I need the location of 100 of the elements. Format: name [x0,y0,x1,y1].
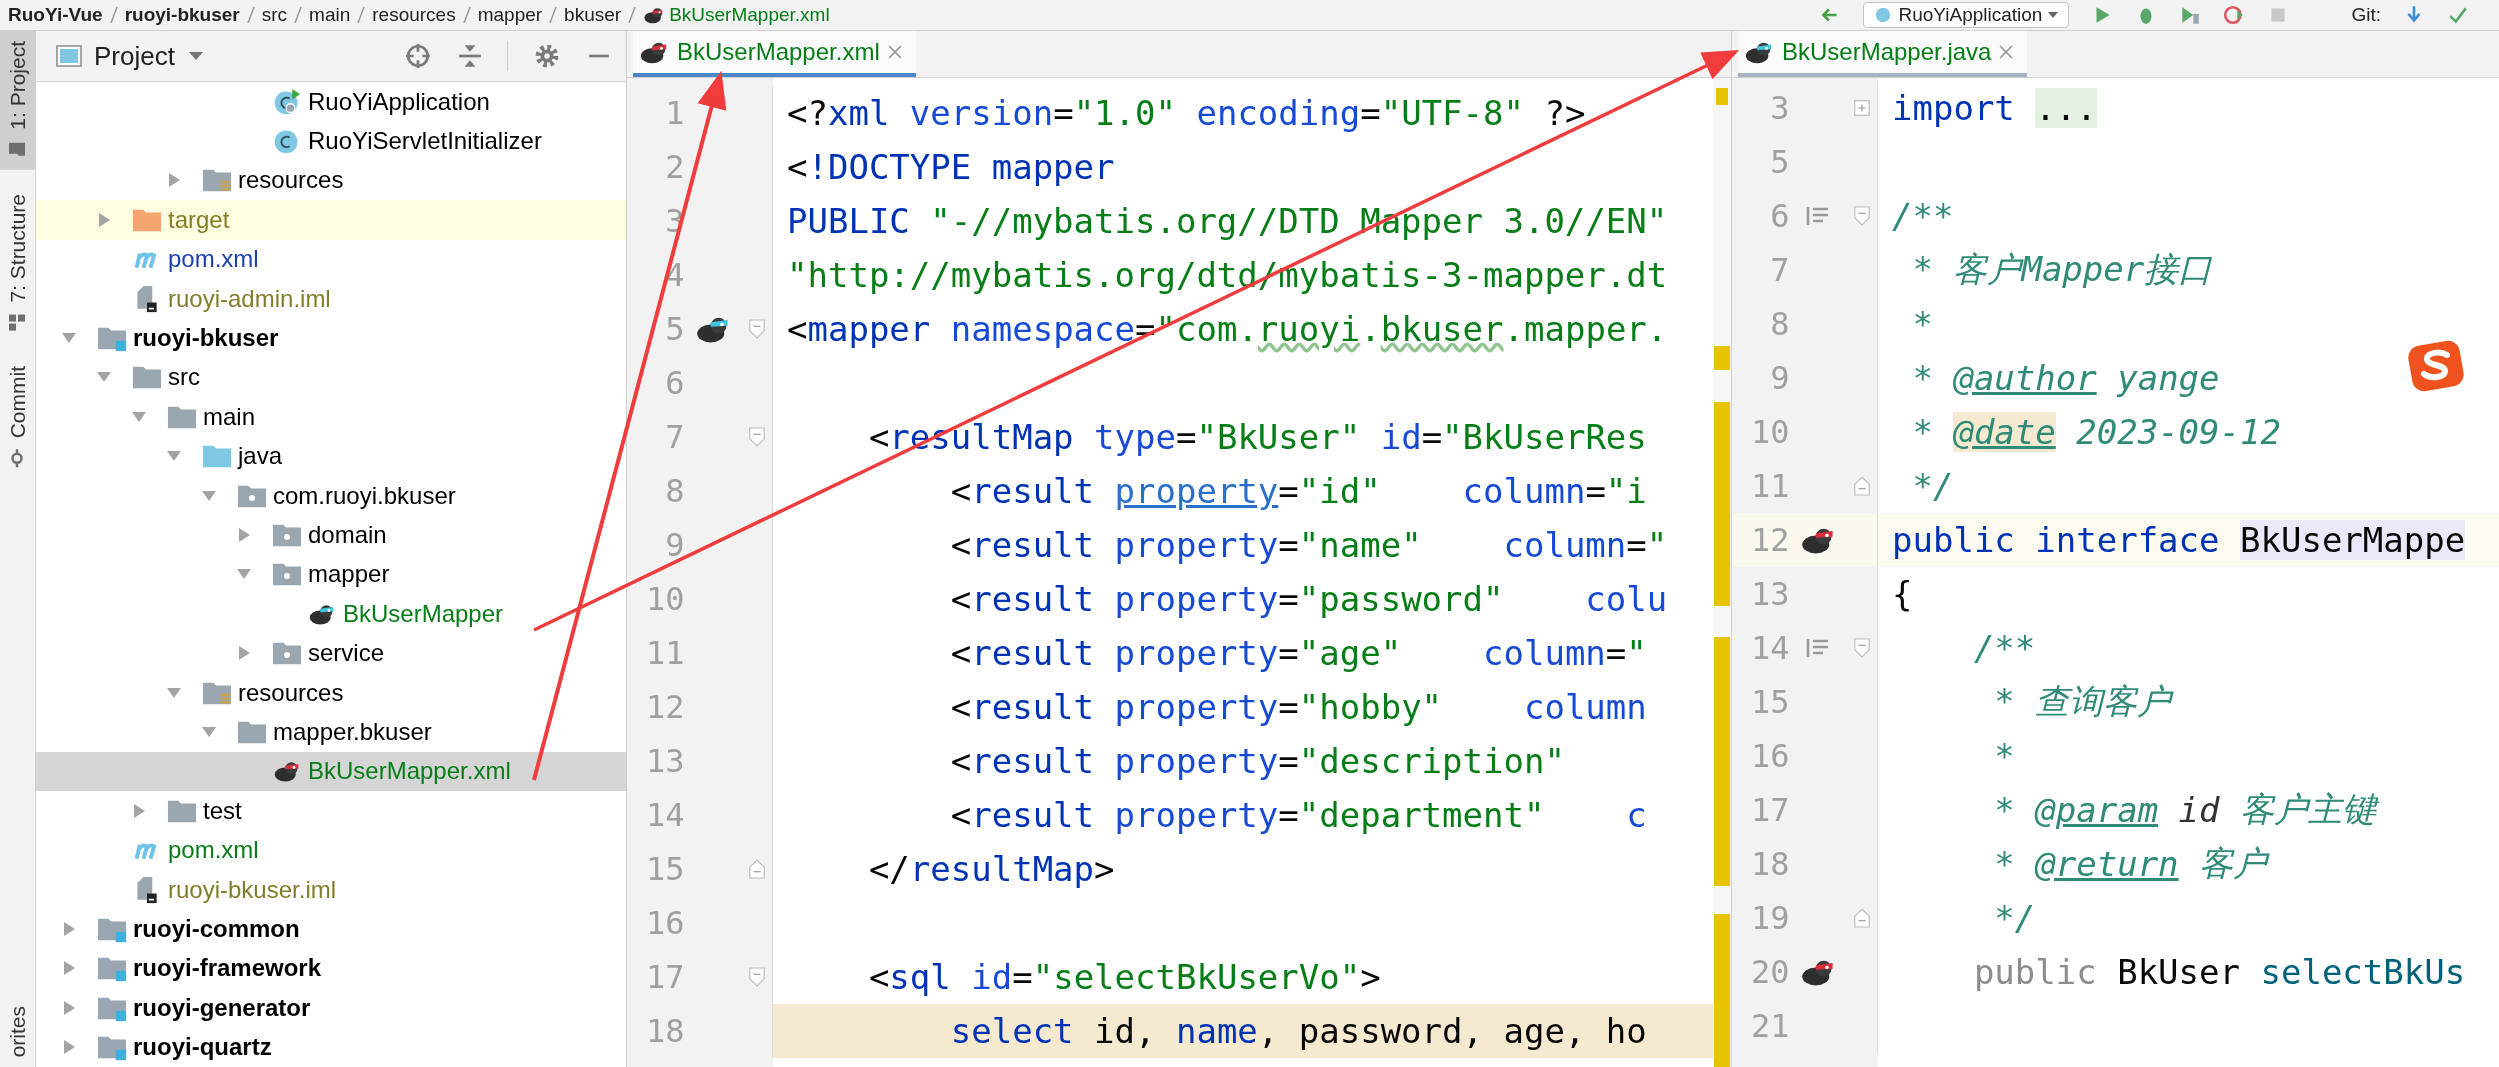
separator-icon [548,5,559,25]
tree-item[interactable]: RuoYiServletInitializer [36,121,626,161]
tree-item[interactable]: resources [36,160,626,201]
tree-item[interactable]: java [36,436,626,476]
code-line: <result property="department" c [949,794,1647,837]
line-number: 5 [1769,143,1790,181]
line-number: 8 [1769,305,1790,343]
line-number: 13 [645,742,685,780]
change-marker[interactable] [1714,346,1730,371]
change-marker[interactable] [1714,913,1730,1067]
change-marker[interactable] [1716,88,1728,106]
code-line: <?xml version="1.0" encoding="UTF-8" ?> [787,92,1586,135]
line-number: 4 [664,256,685,294]
tree-item[interactable]: target [36,200,626,240]
change-marker[interactable] [1714,402,1730,606]
tree-item[interactable]: ruoyi-generator [36,988,626,1028]
breadcrumb[interactable]: BkUserMapper.xml [643,4,830,26]
breadcrumb[interactable]: main [309,4,351,26]
settings-icon[interactable] [534,43,560,69]
tree-arrow-icon[interactable] [61,960,77,977]
panel-title[interactable]: Project [94,40,175,72]
tree-item[interactable]: ruoyi-quartz [36,1027,626,1067]
locate-icon[interactable] [405,43,431,69]
editor-tab[interactable]: BkUserMapper.java [1738,31,2028,77]
tree-item[interactable]: ruoyi-bkuser.iml [36,869,626,910]
change-marker[interactable] [1714,637,1730,886]
tree-item[interactable]: mapper.bkuser [36,712,626,752]
code-line: * [1911,303,1933,346]
expand-marker-icon[interactable] [1853,97,1872,119]
tree-arrow-icon[interactable] [236,527,252,543]
line-number: 17 [645,958,685,996]
breadcrumb[interactable]: mapper [477,4,543,26]
code-line: <result property="name" column=" [949,524,1668,567]
breadcrumb[interactable]: resources [372,4,456,26]
lines-icon[interactable] [1806,206,1831,226]
line-number: 16 [1750,737,1790,775]
fold-marker-icon[interactable] [1853,205,1872,227]
line-number: 16 [645,904,685,942]
fold-marker-icon[interactable] [1853,475,1872,497]
tree-arrow-icon[interactable] [131,802,147,819]
tree-item[interactable]: BkUserMapper [36,594,626,634]
tree-item[interactable]: ruoyi-admin.iml [36,278,626,319]
line-number: 18 [645,1012,685,1050]
breadcrumb[interactable]: src [261,4,288,26]
separator-icon [356,5,367,25]
tree-arrow-icon[interactable] [166,172,182,189]
tree-arrow-icon[interactable] [61,1039,77,1056]
line-number: 13 [1750,575,1790,613]
coverage-icon[interactable] [2179,4,2202,26]
lines-icon[interactable] [1806,638,1831,658]
line-number: 3 [1769,89,1790,127]
tree-item[interactable]: main [36,397,626,437]
fold-marker-icon[interactable] [1853,907,1872,929]
fold-marker-icon[interactable] [748,426,767,448]
tree-item[interactable]: src [36,357,626,398]
fold-marker-icon[interactable] [748,966,767,988]
tree-item[interactable]: service [36,633,626,673]
tree-item[interactable]: ruoyi-bkuser [36,318,626,358]
tree-item[interactable]: BkUserMapper.xml [36,751,626,792]
tree-item[interactable]: com.ruoyi.bkuser [36,475,626,516]
tree-item[interactable]: ruoyi-framework [36,948,626,988]
tree-arrow-icon[interactable] [61,999,77,1016]
breadcrumb[interactable]: bkuser [564,4,622,26]
breadcrumb[interactable]: ruoyi-bkuser [124,4,240,26]
close-icon[interactable] [887,45,902,59]
line-number: 7 [1769,251,1790,289]
close-icon[interactable] [1999,45,2014,59]
tree-item[interactable]: pom.xml [36,239,626,279]
line-number: 12 [1750,521,1790,559]
tool-window-tab[interactable]: orites [0,995,35,1067]
tree-item[interactable]: test [36,791,626,831]
fold-marker-icon[interactable] [748,858,767,880]
fold-marker-icon[interactable] [1853,637,1872,659]
tree-item[interactable]: RuoYiApplication [36,82,626,122]
code-line: <result property="password" colu [949,578,1668,621]
code-line: * @author yange [1911,357,2220,400]
code-line: import ... [1892,87,2097,130]
code-line: { [1892,573,1913,616]
separator-icon [293,5,304,25]
tree-item[interactable]: resources [36,672,626,713]
tree-arrow-icon[interactable] [96,211,112,228]
tree-arrow-icon[interactable] [236,645,252,662]
tool-window-tab[interactable]: 7: Structure [0,183,35,343]
collapse-all-icon[interactable] [457,43,483,69]
breadcrumb[interactable]: RuoYi-Vue [8,4,103,26]
editor-tab[interactable]: BkUserMapper.xml [633,31,916,77]
code-line: </resultMap> [867,848,1115,891]
line-number: 7 [664,418,685,456]
tree-item[interactable]: ruoyi-common [36,909,626,949]
tree-item[interactable]: mapper [36,554,626,595]
code-line: * @date 2023-09-12 [1911,411,2281,454]
tree-item[interactable]: domain [36,515,626,555]
fold-marker-icon[interactable] [748,318,767,340]
tree-item[interactable]: pom.xml [36,830,626,870]
run-configuration-dropdown[interactable]: RuoYiApplication [1863,2,2070,28]
tree-arrow-icon[interactable] [61,920,77,937]
code-line: */ [1993,897,2036,940]
tool-window-tab[interactable]: Commit [0,356,35,479]
tool-window-tab[interactable]: 1: Project [0,31,35,170]
caret-icon[interactable] [188,52,203,60]
